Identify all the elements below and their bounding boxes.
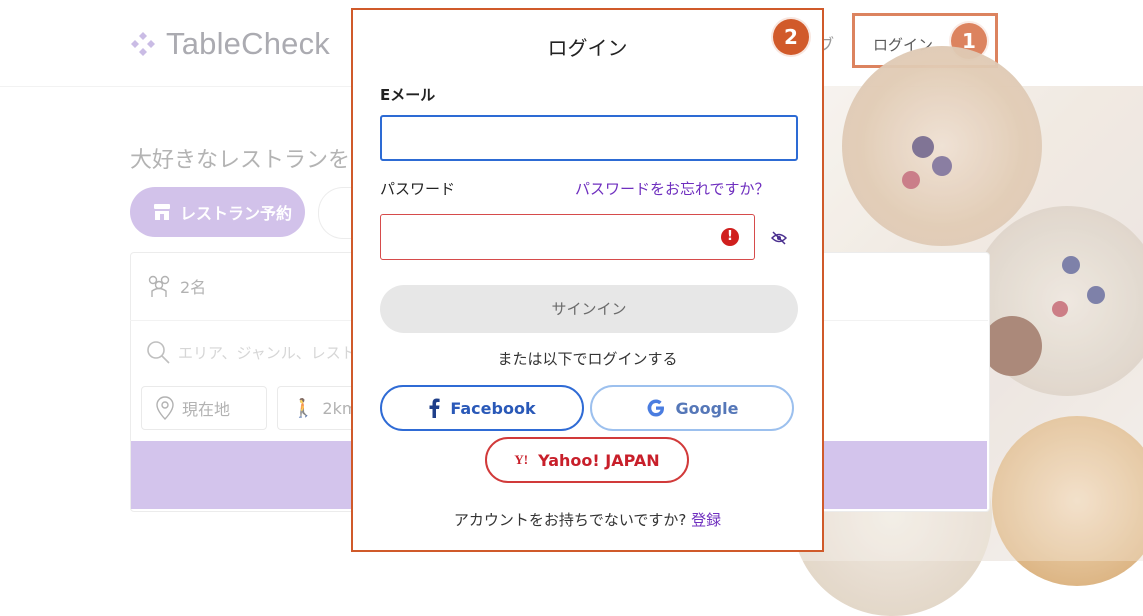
password-label: パスワード (380, 180, 456, 198)
login-modal-title: ログイン (547, 36, 628, 60)
email-label: Eメール (380, 86, 436, 104)
yahoo-japan-login-button[interactable]: Y! Yahoo! JAPAN (485, 437, 689, 483)
hero-tagline: 大好きなレストランを食 (130, 148, 373, 173)
error-icon: ! (721, 228, 739, 246)
no-account-text: アカウントをお持ちでないですか? (453, 511, 687, 529)
chip-current-location[interactable]: 現在地 (141, 386, 267, 430)
people-icon (148, 275, 170, 297)
signin-button[interactable]: サインイン (380, 285, 798, 333)
step-badge-2: 2 (773, 19, 809, 55)
facebook-login-button[interactable]: Facebook (380, 385, 584, 431)
tab-restaurant-reservation-label: レストラン予約 (180, 204, 293, 223)
store-icon (154, 204, 170, 220)
brand-name: TableCheck (166, 26, 330, 61)
email-field[interactable] (380, 115, 798, 161)
yahoo-icon: Y! (514, 452, 529, 467)
brand-logo[interactable]: TableCheck (130, 24, 330, 64)
tablecheck-logo-icon (131, 32, 155, 56)
login-modal: ログイン Eメール パスワード パスワードをお忘れですか？ ! サインイン また… (351, 8, 824, 552)
yahoo-japan-login-label: Yahoo! JAPAN (538, 450, 660, 470)
facebook-icon (429, 398, 440, 418)
google-icon (647, 399, 664, 417)
search-icon (147, 341, 170, 364)
eye-slash-icon[interactable] (771, 231, 787, 245)
chip-distance[interactable]: 🚶 2km (277, 386, 357, 430)
google-login-button[interactable]: Google (590, 385, 794, 431)
search-input[interactable]: エリア、ジャンル、レストラン (146, 340, 386, 364)
facebook-login-label: Facebook (450, 398, 536, 418)
walking-icon: 🚶 (292, 397, 315, 419)
register-link[interactable]: 登録 (691, 511, 721, 529)
location-pin-icon (156, 396, 174, 420)
register-prompt: アカウントをお持ちでないですか? 登録 (353, 509, 822, 530)
password-field[interactable] (380, 214, 755, 260)
chip-current-location-label: 現在地 (182, 400, 231, 419)
alternative-login-text: または以下でログインする (497, 350, 678, 368)
guests-count: 2名 (180, 278, 207, 297)
google-login-label: Google (675, 398, 739, 418)
forgot-password-link[interactable]: パスワードをお忘れですか？ (575, 178, 770, 199)
tab-restaurant-reservation[interactable]: レストラン予約 (130, 187, 305, 237)
guests-selector[interactable]: 2名 (146, 274, 206, 298)
